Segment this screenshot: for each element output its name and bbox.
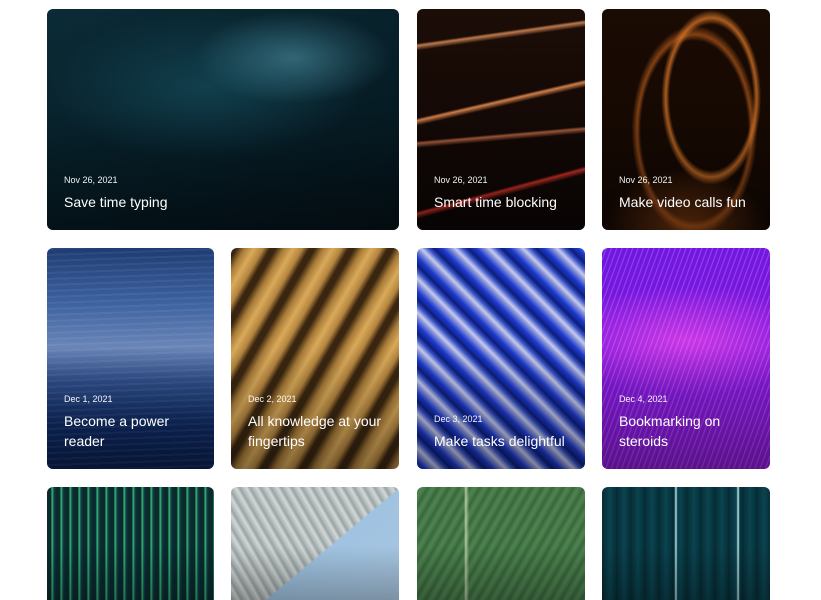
article-card-teal-lights[interactable] [602, 487, 770, 600]
article-card-make-video-calls-fun[interactable]: Nov 26, 2021 Make video calls fun [602, 9, 770, 230]
card-date: Dec 3, 2021 [434, 414, 483, 424]
article-card-leaf[interactable] [417, 487, 585, 600]
card-title: Save time typing [64, 194, 168, 210]
article-card-architecture[interactable] [231, 487, 399, 600]
card-image-overlay [47, 545, 214, 600]
article-card-make-tasks-delightful[interactable]: Dec 3, 2021 Make tasks delightful [417, 248, 585, 469]
card-date: Dec 2, 2021 [248, 394, 297, 404]
article-card-save-time-typing[interactable]: Nov 26, 2021 Save time typing [47, 9, 399, 230]
card-title: Smart time blocking [434, 194, 557, 210]
card-meta: Nov 26, 2021 Save time typing [64, 174, 385, 212]
card-meta: Dec 1, 2021 Become a power reader [64, 393, 200, 451]
card-meta: Dec 3, 2021 Make tasks delightful [434, 413, 571, 451]
card-image-overlay [417, 545, 585, 600]
card-date: Nov 26, 2021 [434, 175, 488, 185]
card-image-overlay [602, 545, 770, 600]
article-card-smart-time-blocking[interactable]: Nov 26, 2021 Smart time blocking [417, 9, 585, 230]
card-meta: Dec 4, 2021 Bookmarking on steroids [619, 393, 756, 451]
article-card-bookmarking-on-steroids[interactable]: Dec 4, 2021 Bookmarking on steroids [602, 248, 770, 469]
card-image-overlay [231, 545, 399, 600]
card-date: Nov 26, 2021 [619, 175, 673, 185]
card-meta: Dec 2, 2021 All knowledge at your finger… [248, 393, 385, 451]
card-meta: Nov 26, 2021 Smart time blocking [434, 174, 571, 212]
card-date: Nov 26, 2021 [64, 175, 118, 185]
article-card-green-lines[interactable] [47, 487, 214, 600]
card-title: Make tasks delightful [434, 433, 565, 449]
article-card-become-a-power-reader[interactable]: Dec 1, 2021 Become a power reader [47, 248, 214, 469]
card-title: Make video calls fun [619, 194, 746, 210]
article-card-all-knowledge-at-your-fingertips[interactable]: Dec 2, 2021 All knowledge at your finger… [231, 248, 399, 469]
card-date: Dec 4, 2021 [619, 394, 668, 404]
article-grid: Nov 26, 2021 Save time typing Nov 26, 20… [0, 0, 821, 600]
card-title: Become a power reader [64, 413, 170, 449]
card-meta: Nov 26, 2021 Make video calls fun [619, 174, 756, 212]
card-title: Bookmarking on steroids [619, 413, 721, 449]
card-title: All knowledge at your fingertips [248, 413, 382, 449]
card-date: Dec 1, 2021 [64, 394, 113, 404]
